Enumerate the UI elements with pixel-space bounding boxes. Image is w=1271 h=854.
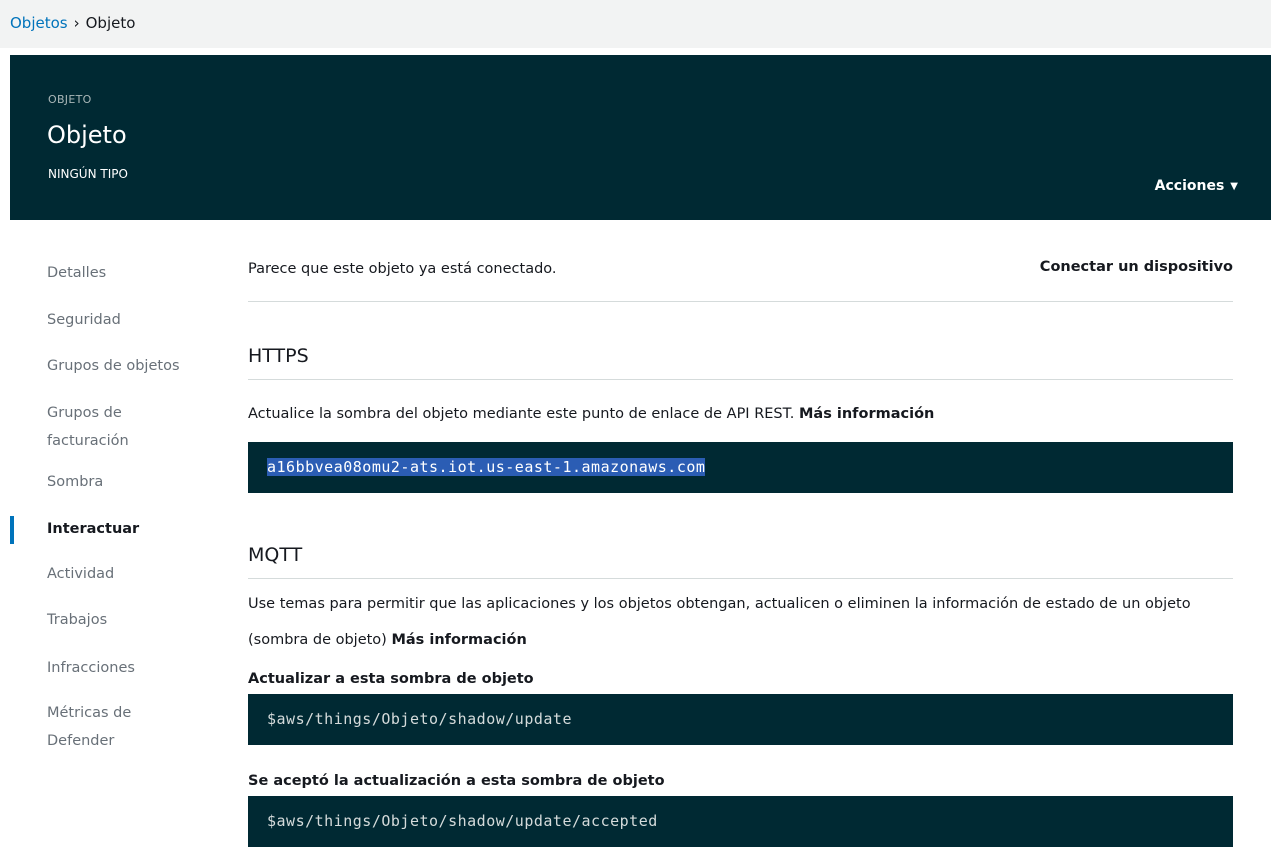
https-endpoint-value[interactable]: a16bbvea08omu2-ats.iot.us-east-1.amazona… <box>267 458 706 476</box>
page-title: Objeto <box>47 121 127 149</box>
sidebar-item-seguridad[interactable]: Seguridad <box>10 306 237 334</box>
actions-label: Acciones <box>1154 178 1225 194</box>
main-content: Parece que este objeto ya está conectado… <box>248 255 1233 847</box>
sidebar-item-metricas-de-defender[interactable]: Métricas de Defender <box>10 699 157 755</box>
sidebar-item-interactuar[interactable]: Interactuar <box>10 515 237 544</box>
chevron-right-icon: › <box>73 14 80 32</box>
sidebar-item-trabajos[interactable]: Trabajos <box>10 606 237 634</box>
sidebar-item-grupos-de-objetos[interactable]: Grupos de objetos <box>10 352 237 380</box>
caret-down-icon: ▼ <box>1230 181 1238 192</box>
sidebar-item-detalles[interactable]: Detalles <box>10 259 237 287</box>
https-endpoint-box[interactable]: a16bbvea08omu2-ats.iot.us-east-1.amazona… <box>248 442 1233 493</box>
https-section-title: HTTPS <box>248 345 1233 380</box>
topic-box[interactable]: $aws/things/Objeto/shadow/update <box>248 694 1233 745</box>
mqtt-description-text: Use temas para permitir que las aplicaci… <box>248 596 1191 648</box>
topic-box[interactable]: $aws/things/Objeto/shadow/update/accepte… <box>248 796 1233 847</box>
connection-status-text: Parece que este objeto ya está conectado… <box>248 261 557 277</box>
header-overline: OBJETO <box>48 93 92 106</box>
breadcrumb: Objetos › Objeto <box>0 0 1271 48</box>
topic-label: Se aceptó la actualización a esta sombra… <box>248 773 665 789</box>
https-more-info-link[interactable]: Más información <box>799 406 934 422</box>
connect-device-link[interactable]: Conectar un dispositivo <box>1040 259 1233 275</box>
page-header: OBJETO Objeto NINGÚN TIPO Acciones ▼ <box>10 55 1271 220</box>
https-description: Actualice la sombra del objeto mediante … <box>248 396 1233 432</box>
sidebar-item-sombra[interactable]: Sombra <box>10 468 237 496</box>
breadcrumb-current: Objeto <box>85 14 136 32</box>
breadcrumb-link-objetos[interactable]: Objetos <box>10 14 68 32</box>
connection-status-row: Parece que este objeto ya está conectado… <box>248 255 1233 302</box>
mqtt-more-info-link[interactable]: Más información <box>391 632 526 648</box>
sidebar-item-actividad[interactable]: Actividad <box>10 560 237 588</box>
topic-label: Actualizar a esta sombra de objeto <box>248 671 534 687</box>
thing-type-label: NINGÚN TIPO <box>48 167 128 181</box>
sidebar-item-grupos-de-facturacion[interactable]: Grupos de facturación <box>10 399 167 455</box>
https-description-text: Actualice la sombra del objeto mediante … <box>248 406 795 422</box>
actions-dropdown-button[interactable]: Acciones ▼ <box>1155 178 1238 194</box>
mqtt-description: Use temas para permitir que las aplicaci… <box>248 586 1233 658</box>
sidebar-item-infracciones[interactable]: Infracciones <box>10 654 237 682</box>
topic-value[interactable]: $aws/things/Objeto/shadow/update/accepte… <box>267 812 658 830</box>
topic-value[interactable]: $aws/things/Objeto/shadow/update <box>267 710 572 728</box>
mqtt-section-title: MQTT <box>248 544 1233 579</box>
